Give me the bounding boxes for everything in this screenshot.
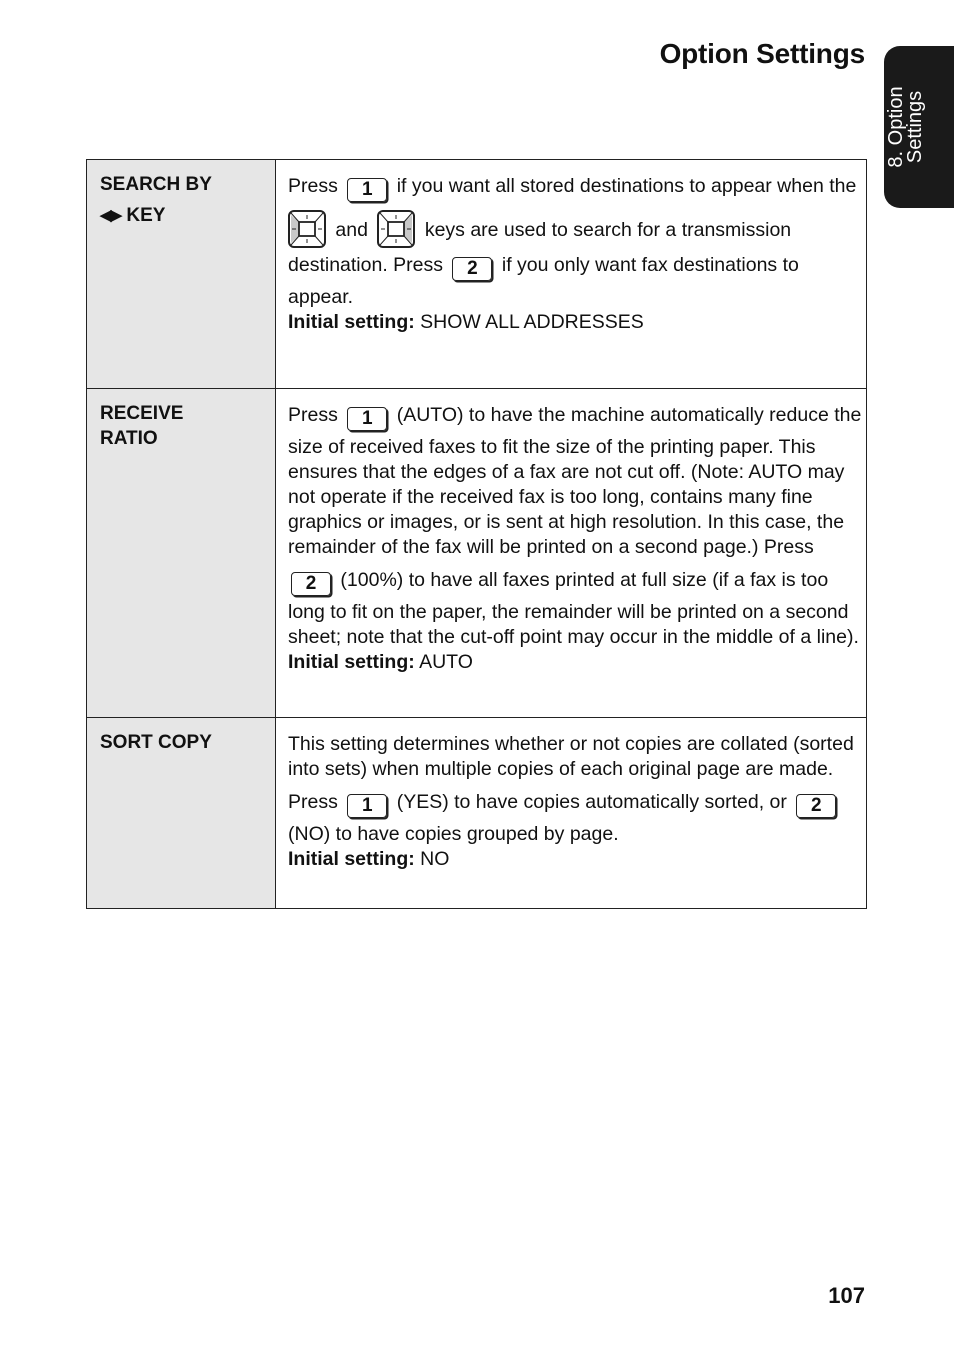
initial-setting: Initial setting: SHOW ALL ADDRESSES (288, 310, 862, 335)
description-text: Press (288, 175, 338, 197)
nav-key-right-icon (377, 210, 416, 248)
description-text: (AUTO) to have the machine automatically… (396, 404, 862, 426)
key-1-icon: 1 (347, 407, 388, 431)
setting-name-cell: SEARCH BY ◀▶ KEY (86, 159, 276, 389)
setting-name-line2: RATIO (100, 428, 158, 449)
description-text: if you want all stored destinations to a… (396, 175, 857, 197)
initial-setting-label: Initial setting: (288, 311, 415, 333)
key-2-icon: 2 (291, 572, 331, 596)
key-2-icon: 2 (796, 794, 837, 818)
description-text: (100%) to have all faxes printed at full… (340, 569, 829, 591)
page-number: 107 (828, 1283, 865, 1308)
setting-name: SEARCH BY (100, 174, 212, 195)
initial-setting-value: SHOW ALL ADDRESSES (420, 311, 644, 333)
setting-name-line2: KEY (126, 205, 166, 226)
setting-description-cell: This setting determines whether or not c… (275, 717, 867, 909)
setting-name: RECEIVE (100, 403, 184, 424)
setting-name-cell: SORT COPY (86, 717, 276, 909)
setting-description-cell: Press 1 (AUTO) to have the machine autom… (275, 388, 867, 718)
description-text: if you only want fax destinations to (501, 254, 799, 276)
setting-description-cell: Press 1 if you want all stored destinati… (275, 159, 867, 389)
description-text: appear. (288, 286, 354, 308)
table-row: RECEIVE RATIO Press 1 (AUTO) to have the… (86, 388, 867, 718)
description-text: This setting determines whether or not c… (288, 733, 854, 780)
description-text: (NO) to have copies grouped by page. (288, 823, 619, 845)
description-text: destination. Press (288, 254, 444, 276)
initial-setting-value: AUTO (419, 651, 473, 673)
initial-setting-label: Initial setting: (288, 848, 415, 870)
description-text: Press (288, 791, 338, 813)
setting-name-cell: RECEIVE RATIO (86, 388, 276, 718)
description-text: keys are used to search for a transmissi… (424, 219, 792, 241)
setting-name: SORT COPY (100, 732, 212, 753)
table-row: SEARCH BY ◀▶ KEY Press 1 if you want all… (86, 159, 867, 389)
initial-setting-value: NO (420, 848, 450, 870)
description-text: (YES) to have copies automatically sorte… (396, 791, 787, 813)
description-text: Press (288, 404, 338, 426)
description-text: size of received faxes to fit the size o… (288, 436, 845, 558)
table-row: SORT COPY This setting determines whethe… (86, 717, 867, 909)
left-right-arrow-icon: ◀▶ (100, 207, 122, 224)
key-1-icon: 1 (347, 178, 388, 202)
key-2-icon: 2 (452, 257, 493, 281)
settings-table: SEARCH BY ◀▶ KEY Press 1 if you want all… (86, 159, 867, 909)
chapter-tab-line2: Settings (904, 90, 926, 164)
chapter-tab-label: 8. Option Settings (885, 86, 926, 167)
description-text: and (335, 219, 368, 241)
nav-key-left-icon (288, 210, 326, 248)
chapter-tab: 8. Option Settings (884, 46, 954, 208)
initial-setting: Initial setting: AUTO (288, 650, 862, 675)
initial-setting: Initial setting: NO (288, 847, 862, 872)
initial-setting-label: Initial setting: (288, 651, 415, 673)
key-1-icon: 1 (347, 794, 388, 818)
page-title: Option Settings (659, 38, 866, 69)
description-text: long to fit on the paper, the remainder … (288, 601, 859, 648)
